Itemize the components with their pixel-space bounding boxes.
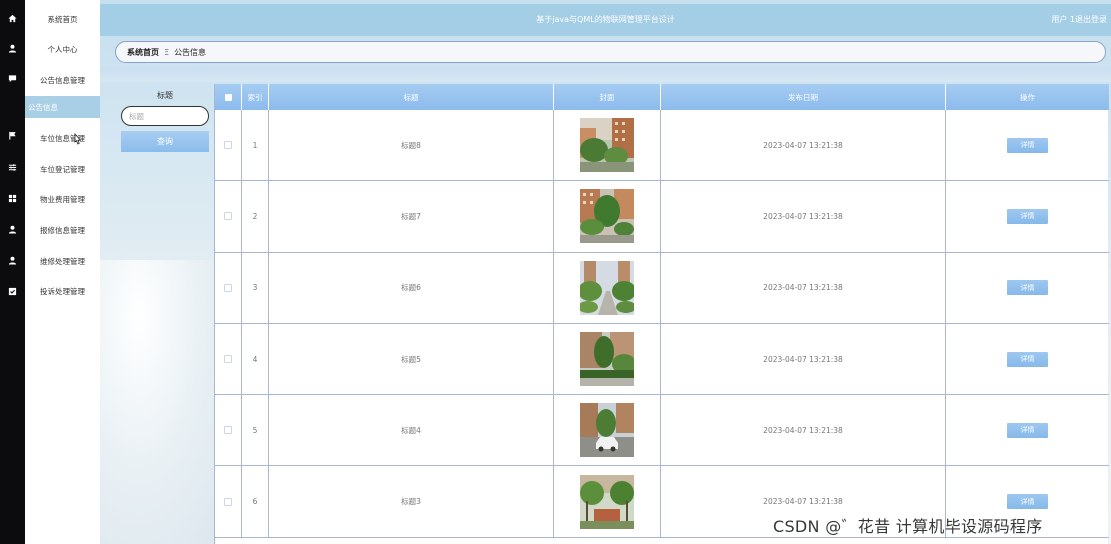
search-title-label: 标题 (157, 91, 173, 100)
column-header-index: 索引 (242, 84, 269, 110)
watermark: CSDN @゛花昔 计算机毕设源码程序 (773, 517, 1043, 536)
system-title: 基于java与QML的物联网管理平台设计 (536, 15, 675, 24)
row-date: 2023-04-07 13:21:38 (661, 110, 946, 181)
search-title-input[interactable] (121, 106, 209, 126)
cover-image (580, 474, 634, 529)
background-snow (100, 260, 230, 544)
detail-button[interactable]: 详情 (1007, 422, 1048, 438)
detail-button[interactable]: 详情 (1007, 351, 1048, 367)
breadcrumb-home[interactable]: 系统首页 (127, 47, 159, 58)
row-title: 标题8 (269, 110, 554, 181)
table-row: 4 标题5 2023-04-07 13:21:38 详情 (215, 323, 1109, 396)
user-icon[interactable] (7, 224, 18, 235)
row-cover (554, 466, 661, 537)
sidebar-subitem-notice-info[interactable]: 公告信息 (25, 96, 100, 118)
sidebar-item-parking-registration[interactable]: 车位登记管理 (25, 158, 100, 180)
flag-icon[interactable] (7, 130, 18, 141)
row-actions: 详情 (946, 395, 1109, 465)
sidebar-item-parking-info[interactable]: 车位信息管理 (25, 127, 100, 149)
row-checkbox[interactable] (215, 252, 242, 323)
row-date: 2023-04-07 13:21:38 (661, 181, 946, 252)
row-title: 标题7 (269, 181, 554, 252)
row-cover (554, 110, 661, 181)
row-checkbox[interactable] (215, 181, 242, 252)
table-body: 1 标题8 2023-04-07 13:21:38 详情 2 标题7 2023-… (215, 110, 1109, 538)
row-cover (554, 181, 661, 252)
sliders-icon[interactable] (7, 162, 18, 173)
row-actions: 详情 (946, 181, 1109, 251)
sidebar-item-complaint[interactable]: 投诉处理管理 (25, 280, 100, 302)
detail-button[interactable]: 详情 (1007, 280, 1048, 296)
row-date: 2023-04-07 13:21:38 (661, 252, 946, 323)
row-cover (554, 323, 661, 395)
row-title: 标题6 (269, 252, 554, 323)
sidebar-item-profile[interactable]: 个人中心 (25, 38, 100, 60)
header-strip (100, 67, 1111, 82)
select-all-checkbox[interactable] (215, 84, 242, 110)
row-date: 2023-04-07 13:21:38 (661, 323, 946, 395)
mouse-cursor-icon (74, 133, 82, 145)
query-button[interactable]: 查询 (121, 131, 209, 152)
logout-link[interactable]: 退出登录 (1075, 4, 1107, 36)
breadcrumb-current: 公告信息 (174, 47, 207, 57)
grid-icon[interactable] (7, 193, 18, 204)
detail-button[interactable]: 详情 (1007, 137, 1048, 153)
user-icon[interactable] (7, 43, 18, 54)
table-row: 5 标题4 2023-04-07 13:21:38 详情 (215, 395, 1109, 467)
column-header-title: 标题 (269, 84, 554, 110)
notice-table: 索引 标题 封面 发布日期 操作 1 标题8 2023-04-07 13:21:… (214, 84, 1109, 544)
row-checkbox[interactable] (215, 395, 242, 466)
row-checkbox[interactable] (215, 110, 242, 181)
main-area: 基于java与QML的物联网管理平台设计 用户 1 退出登录 系统首页 Ξ 公告… (100, 0, 1111, 544)
icon-rail (0, 0, 25, 544)
user-icon[interactable] (7, 255, 18, 266)
column-header-date: 发布日期 (661, 84, 946, 110)
row-actions: 详情 (946, 110, 1109, 180)
row-index: 3 (242, 252, 269, 323)
row-title: 标题5 (269, 323, 554, 395)
cover-image (580, 189, 634, 244)
row-actions: 详情 (946, 324, 1109, 394)
user-label: 用户 1 (1051, 15, 1075, 24)
cover-image (580, 332, 634, 387)
sidebar-item-property-fee[interactable]: 物业费用管理 (25, 188, 100, 210)
row-index: 2 (242, 181, 269, 252)
home-icon[interactable] (7, 13, 18, 24)
row-title: 标题4 (269, 395, 554, 466)
table-header: 索引 标题 封面 发布日期 操作 (215, 84, 1109, 110)
row-actions: 详情 (946, 253, 1109, 323)
table-row: 1 标题8 2023-04-07 13:21:38 详情 (215, 110, 1109, 182)
cover-image (580, 118, 634, 173)
message-icon[interactable] (7, 73, 18, 84)
row-cover (554, 395, 661, 466)
top-bar: 基于java与QML的物联网管理平台设计 用户 1 退出登录 (100, 4, 1111, 36)
row-index: 1 (242, 110, 269, 181)
sidebar-item-repair-info[interactable]: 报修信息管理 (25, 219, 100, 241)
cover-image (580, 403, 634, 458)
row-date: 2023-04-07 13:21:38 (661, 395, 946, 466)
row-title: 标题3 (269, 466, 554, 537)
checkbox-icon[interactable] (7, 286, 18, 297)
detail-button[interactable]: 详情 (1007, 208, 1048, 224)
detail-button[interactable]: 详情 (1007, 494, 1048, 510)
column-header-actions: 操作 (1020, 92, 1035, 102)
sidebar-item-maintenance[interactable]: 维修处理管理 (25, 250, 100, 272)
sidebar-item-notice-management[interactable]: 公告信息管理 (25, 69, 100, 91)
cover-image (580, 260, 634, 315)
row-cover (554, 252, 661, 323)
row-checkbox[interactable] (215, 323, 242, 395)
sidebar: 系统首页 个人中心 公告信息管理 公告信息 车位信息管理 车位登记管理 物业费用… (25, 0, 100, 544)
breadcrumb-separator: Ξ (164, 47, 170, 57)
row-checkbox[interactable] (215, 466, 242, 537)
breadcrumb: 系统首页 Ξ 公告信息 (115, 41, 1106, 63)
row-index: 6 (242, 466, 269, 537)
row-index: 5 (242, 395, 269, 466)
table-row: 2 标题7 2023-04-07 13:21:38 详情 (215, 181, 1109, 253)
row-index: 4 (242, 323, 269, 395)
table-row: 3 标题6 2023-04-07 13:21:38 详情 (215, 252, 1109, 324)
column-header-cover: 封面 (554, 84, 661, 110)
sidebar-item-home[interactable]: 系统首页 (25, 8, 100, 30)
